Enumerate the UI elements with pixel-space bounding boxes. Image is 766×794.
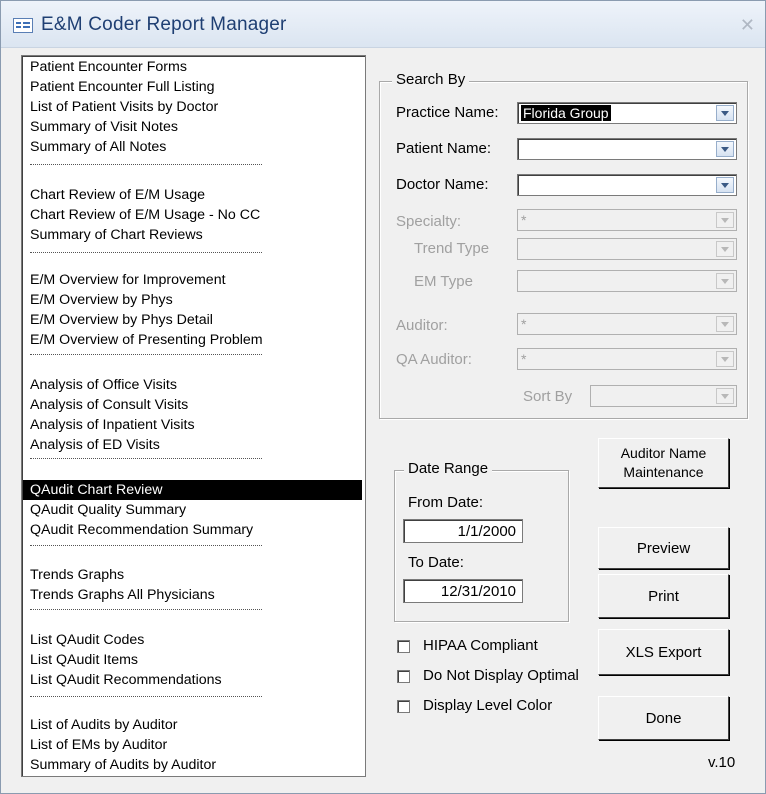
from-date-label: From Date: [408, 494, 484, 511]
trend-type-combo [517, 238, 737, 260]
report-list-item[interactable]: Trends Graphs [30, 565, 124, 585]
auditor-maint-line1: Auditor Name [620, 445, 707, 461]
from-date-value: 1/1/2000 [457, 523, 516, 540]
report-list-item[interactable]: List of Audits by Auditor [30, 715, 177, 735]
report-window-icon [13, 18, 33, 33]
report-list-item[interactable]: Analysis of Office Visits [30, 375, 177, 395]
search-by-legend: Search By [392, 71, 470, 88]
qa-auditor-label: QA Auditor: [396, 351, 472, 368]
report-list-item[interactable]: Summary of All Notes [30, 137, 166, 157]
chevron-down-icon [716, 351, 734, 367]
specialty-label: Specialty: [396, 213, 462, 230]
list-separator [30, 164, 262, 165]
auditor-name-maintenance-button[interactable]: Auditor Name Maintenance [598, 438, 729, 488]
to-date-field[interactable]: 12/31/2010 [403, 579, 523, 603]
report-list-item[interactable]: QAudit Quality Summary [30, 500, 186, 520]
chevron-down-icon [716, 241, 734, 257]
report-list-item[interactable]: List QAudit Recommendations [30, 670, 222, 690]
chevron-down-icon [716, 316, 734, 332]
from-date-field[interactable]: 1/1/2000 [403, 519, 523, 543]
report-list-item[interactable]: E/M Overview by Phys Detail [30, 310, 213, 330]
chevron-down-icon [716, 273, 734, 289]
auditor-maint-line2: Maintenance [623, 464, 704, 480]
report-list-item[interactable]: QAudit Recommendation Summary [30, 520, 253, 540]
hipaa-compliant-checkbox[interactable] [397, 640, 410, 653]
report-list-item[interactable]: Chart Review of E/M Usage - No CC [30, 205, 260, 225]
report-list-item[interactable]: Patient Encounter Forms [30, 57, 187, 77]
report-list-item[interactable]: List QAudit Codes [30, 630, 144, 650]
do-not-display-optimal-checkbox[interactable] [397, 670, 410, 683]
list-separator [30, 609, 262, 610]
report-list-item[interactable]: Patient Encounter Full Listing [30, 77, 215, 97]
sort-by-label: Sort By [523, 388, 573, 405]
practice-name-label: Practice Name: [396, 104, 499, 121]
do-not-display-optimal-label: Do Not Display Optimal [423, 667, 579, 684]
report-list-item[interactable]: Summary of Audits by Auditor [30, 755, 216, 775]
trend-type-label: Trend Type [414, 240, 490, 257]
report-list-item[interactable]: Trends Graphs All Physicians [30, 585, 215, 605]
report-list-item[interactable]: Analysis of ED Visits [30, 435, 160, 455]
specialty-combo: * [517, 209, 737, 231]
chevron-down-icon [716, 212, 734, 228]
report-list-item[interactable]: E/M Overview for Improvement [30, 270, 226, 290]
report-manager-window: E&M Coder Report Manager ✕ Patient Encou… [0, 0, 766, 794]
to-date-value: 12/31/2010 [440, 583, 516, 600]
report-list-item[interactable]: Summary of Chart Reviews [30, 225, 203, 245]
list-separator [30, 696, 262, 697]
report-list-item[interactable]: Summary of Visit Notes [30, 117, 178, 137]
report-list-item[interactable]: E/M Overview by Phys [30, 290, 173, 310]
sort-by-combo [590, 385, 737, 407]
title-bar: E&M Coder Report Manager ✕ [1, 1, 765, 48]
report-list-item[interactable]: List of Patient Visits by Doctor [30, 97, 218, 117]
doctor-name-combo[interactable] [517, 174, 737, 196]
practice-name-combo[interactable]: Florida Group [517, 102, 737, 124]
to-date-label: To Date: [408, 554, 464, 571]
window-title: E&M Coder Report Manager [41, 14, 287, 35]
qa-auditor-value: * [521, 351, 527, 367]
report-list-item[interactable]: QAudit Chart Review [23, 480, 362, 500]
chevron-down-icon [716, 388, 734, 404]
report-list-item[interactable]: List QAudit Items [30, 650, 138, 670]
report-list-item[interactable]: Chart Review of E/M Usage [30, 185, 205, 205]
list-separator [30, 252, 262, 253]
version-label: v.10 [708, 754, 736, 771]
hipaa-compliant-label: HIPAA Compliant [423, 637, 538, 654]
doctor-name-label: Doctor Name: [396, 176, 489, 193]
display-level-color-checkbox[interactable] [397, 700, 410, 713]
patient-name-combo[interactable] [517, 138, 737, 160]
display-level-color-label: Display Level Color [423, 697, 553, 714]
chevron-down-icon[interactable] [716, 141, 734, 157]
report-list-item[interactable]: Analysis of Consult Visits [30, 395, 188, 415]
list-separator [30, 545, 262, 546]
report-list[interactable]: Patient Encounter Forms Patient Encounter… [21, 55, 366, 777]
preview-button[interactable]: Preview [598, 527, 729, 569]
qa-auditor-combo: * [517, 348, 737, 370]
report-list-item[interactable]: List of EMs by Auditor [30, 735, 167, 755]
xls-export-button[interactable]: XLS Export [598, 629, 729, 675]
print-button[interactable]: Print [598, 574, 729, 618]
report-list-item[interactable]: Analysis of Inpatient Visits [30, 415, 195, 435]
chevron-down-icon[interactable] [716, 177, 734, 193]
chevron-down-icon[interactable] [716, 105, 734, 121]
specialty-value: * [521, 212, 527, 228]
auditor-combo: * [517, 313, 737, 335]
auditor-value: * [521, 316, 527, 332]
em-type-label: EM Type [414, 273, 473, 290]
list-separator [30, 354, 262, 355]
practice-name-value: Florida Group [521, 105, 611, 121]
auditor-label: Auditor: [396, 317, 448, 334]
patient-name-label: Patient Name: [396, 140, 492, 157]
done-button[interactable]: Done [598, 696, 729, 740]
close-icon[interactable]: ✕ [740, 15, 755, 36]
report-list-item[interactable]: E/M Overview of Presenting Problem [30, 330, 263, 350]
em-type-combo [517, 270, 737, 292]
date-range-legend: Date Range [404, 460, 493, 477]
list-separator [30, 458, 262, 459]
